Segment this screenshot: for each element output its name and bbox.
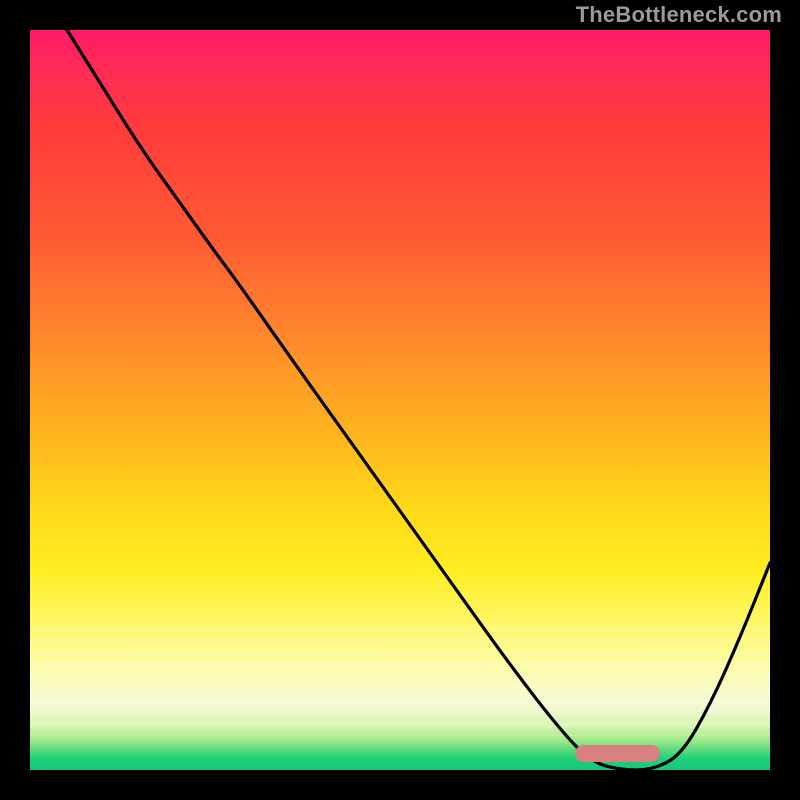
curve-layer <box>30 30 770 770</box>
watermark-text: TheBottleneck.com <box>576 2 782 28</box>
plot-area <box>30 30 770 770</box>
chart-frame: TheBottleneck.com <box>0 0 800 800</box>
bottleneck-curve <box>67 30 770 770</box>
optimal-range-marker <box>575 745 660 762</box>
